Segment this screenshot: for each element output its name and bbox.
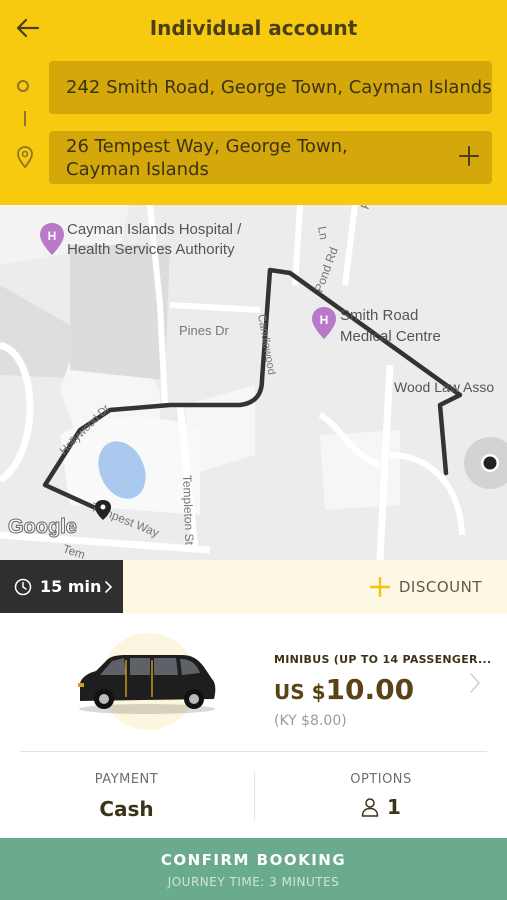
svg-text:H: H: [48, 229, 57, 243]
page-title: Individual account: [149, 16, 358, 40]
price-currency: US $: [274, 680, 326, 704]
journey-time-label: JOURNEY TIME: 3 MINUTES: [167, 875, 340, 889]
minibus-icon: [78, 655, 216, 714]
vehicle-name: MINIBUS (UP TO 14 PASSENGER...: [274, 653, 492, 666]
add-stop-plus-icon[interactable]: [458, 145, 480, 167]
options-label: OPTIONS: [350, 772, 412, 787]
vehicle-price: US $10.00: [274, 673, 414, 706]
person-icon: [361, 798, 379, 817]
payment-selector[interactable]: PAYMENT Cash: [0, 752, 253, 838]
discount-button[interactable]: DISCOUNT: [369, 576, 482, 598]
eta-button[interactable]: 15 min: [0, 560, 123, 613]
eta-text: 15 min: [40, 577, 102, 596]
payment-value: Cash: [99, 797, 154, 821]
dropoff-address-field[interactable]: 26 Tempest Way, George Town, Cayman Isla…: [49, 131, 492, 184]
payment-label: PAYMENT: [94, 772, 159, 787]
map-canvas: H Cayman Islands Hospital / Health Servi…: [0, 205, 507, 560]
dropoff-address-line2: Cayman Islands: [66, 159, 209, 180]
vehicle-option[interactable]: MINIBUS (UP TO 14 PASSENGER... US $10.00…: [0, 613, 507, 751]
medical-centre-label: Smith Road: [340, 307, 418, 324]
hospital-label-line2: Health Services Authority: [67, 241, 235, 258]
passenger-count-value: 1: [387, 795, 401, 819]
options-selector[interactable]: OPTIONS 1: [255, 752, 507, 838]
dropoff-address-line1: 26 Tempest Way, George Town,: [66, 136, 348, 157]
clock-icon: [14, 578, 32, 596]
svg-text:H: H: [320, 313, 329, 327]
price-amount: 10.00: [325, 673, 415, 706]
confirm-booking-button[interactable]: CONFIRM BOOKING JOURNEY TIME: 3 MINUTES: [0, 838, 507, 900]
hospital-label: Cayman Islands Hospital /: [67, 221, 242, 238]
origin-circle-icon: [17, 80, 29, 92]
route-map[interactable]: H Cayman Islands Hospital / Health Servi…: [0, 205, 507, 560]
chevron-right-icon: [105, 581, 113, 593]
secondary-price: (KY $8.00): [274, 713, 347, 729]
chevron-right-icon[interactable]: [468, 671, 482, 695]
plus-icon: [369, 577, 390, 597]
wood-law-label: Wood Law Asso: [394, 379, 494, 395]
street-label-ln: Ln: [315, 225, 331, 241]
header: Individual account 242 Smith Road, Georg…: [0, 0, 507, 205]
pickup-address-text: 242 Smith Road, George Town, Cayman Isla…: [66, 77, 492, 98]
street-label-pines: Pines Dr: [179, 323, 230, 338]
route-connector: [24, 111, 26, 126]
medical-centre-label-line2: Medical Centre: [340, 328, 441, 345]
confirm-booking-label: CONFIRM BOOKING: [160, 851, 347, 869]
pickup-address-field[interactable]: 242 Smith Road, George Town, Cayman Isla…: [49, 61, 492, 114]
passenger-count: 1: [255, 795, 507, 819]
google-logo: Google: [8, 516, 77, 538]
street-label-templeton: Templeton St: [180, 475, 196, 546]
discount-bar: DISCOUNT: [123, 560, 507, 613]
discount-label: DISCOUNT: [398, 578, 482, 596]
destination-pin-icon: [17, 146, 33, 169]
